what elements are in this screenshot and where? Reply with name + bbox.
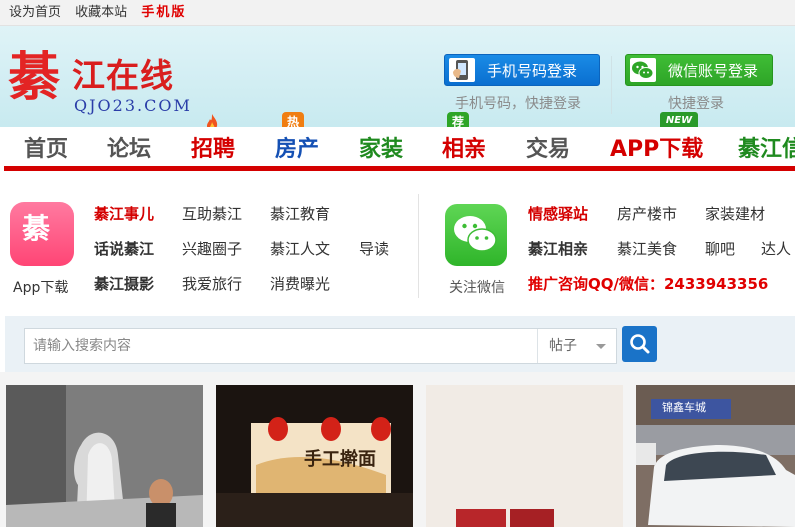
quick-link[interactable]: 话说綦江	[94, 238, 154, 259]
photo-thumbnail[interactable]	[426, 385, 623, 527]
quick-link[interactable]: 消费曝光	[270, 273, 330, 294]
chevron-down-icon	[596, 344, 606, 349]
quick-link[interactable]: 聊吧	[705, 238, 735, 259]
wechat-follow-caption[interactable]: 关注微信	[449, 277, 505, 297]
wechat-icon	[630, 58, 656, 82]
quick-link[interactable]: 綦江摄影	[94, 273, 154, 294]
search-icon	[630, 334, 650, 354]
nav-item-home[interactable]: 首页	[24, 135, 68, 165]
photo-thumbnail[interactable]: 手工擀面	[216, 385, 413, 527]
nav-item-jobs[interactable]: 招聘	[191, 135, 235, 165]
quick-link[interactable]: 綦江事儿	[94, 203, 154, 224]
quick-link[interactable]: 綦江人文	[270, 238, 330, 259]
search-button[interactable]	[622, 326, 657, 362]
quick-link[interactable]: 互助綦江	[182, 203, 242, 224]
main-nav: 首页 论坛 招聘 房产 家装 相亲 交易 APP下载 綦江信	[4, 127, 795, 171]
nav-item-app-download[interactable]: APP下载	[610, 135, 703, 165]
quick-link[interactable]: 房产楼市	[617, 203, 677, 224]
phone-login-subtext: 手机号码，快捷登录	[455, 96, 581, 112]
quick-link[interactable]: 綦江教育	[270, 203, 330, 224]
app-download-icon[interactable]: 綦	[10, 202, 74, 266]
search-type-value: 帖子	[549, 338, 577, 354]
quick-link[interactable]: 綦江美食	[617, 238, 677, 259]
mobile-version-link[interactable]: 手机版	[141, 5, 186, 20]
quick-link[interactable]: 导读	[359, 238, 389, 259]
nav-item-decoration[interactable]: 家装	[359, 135, 403, 165]
search-input[interactable]	[25, 329, 537, 363]
quick-link[interactable]: 情感驿站	[528, 203, 588, 224]
logo-char: 綦	[8, 47, 61, 108]
noodle-shop-sign: 手工擀面	[304, 449, 376, 470]
quick-link[interactable]: 达人	[761, 238, 791, 259]
quick-link[interactable]: 家装建材	[705, 203, 765, 224]
car-dealer-sign: 锦鑫车城	[662, 401, 706, 414]
phone-login-button[interactable]: 手机号码登录	[444, 54, 600, 86]
logo-domain: QJO23.COM	[74, 96, 192, 115]
quick-link[interactable]: 綦江相亲	[528, 238, 588, 259]
phone-icon	[449, 58, 475, 82]
bookmark-link[interactable]: 收藏本站	[75, 5, 127, 20]
search-bar: 帖子	[5, 316, 795, 372]
promo-contact: 推广咨询QQ/微信：2433943356	[528, 275, 769, 293]
phone-login-label: 手机号码登录	[487, 62, 578, 80]
quick-link[interactable]: 兴趣圈子	[182, 238, 242, 259]
header-divider	[611, 56, 612, 114]
wechat-login-label: 微信账号登录	[668, 62, 759, 80]
top-bar: 设为首页 收藏本站 手机版	[0, 0, 795, 26]
nav-item-realestate[interactable]: 房产	[275, 135, 319, 165]
wechat-login-subtext: 快捷登录	[668, 96, 724, 112]
app-icon-glyph: 綦	[22, 212, 51, 245]
search-box: 帖子	[24, 328, 617, 364]
photo-thumbnail[interactable]: 锦鑫车城	[636, 385, 795, 527]
nav-item-dating[interactable]: 相亲	[442, 135, 486, 165]
logo-name: 江在线	[72, 56, 174, 95]
quick-links-divider	[418, 194, 419, 298]
wechat-login-button[interactable]: 微信账号登录	[625, 54, 773, 86]
photo-thumbnail[interactable]	[6, 385, 203, 527]
wechat-follow-icon[interactable]	[445, 204, 507, 266]
photo-strip: 手工擀面 锦鑫车城	[0, 372, 795, 527]
app-download-caption[interactable]: App下载	[13, 277, 68, 297]
site-logo[interactable]: 綦 江在线 QJO23.COM	[8, 48, 198, 116]
quick-link[interactable]: 我爱旅行	[182, 273, 242, 294]
nav-item-trade[interactable]: 交易	[526, 135, 570, 165]
quick-links-panel: 綦 App下载 綦江事儿 互助綦江 綦江教育 话说綦江 兴趣圈子 綦江人文 导读…	[0, 176, 795, 316]
search-type-select[interactable]: 帖子	[537, 329, 617, 363]
set-home-link[interactable]: 设为首页	[9, 5, 61, 20]
nav-item-forum[interactable]: 论坛	[107, 135, 151, 165]
nav-item-qijiang-info[interactable]: 綦江信	[738, 135, 795, 165]
